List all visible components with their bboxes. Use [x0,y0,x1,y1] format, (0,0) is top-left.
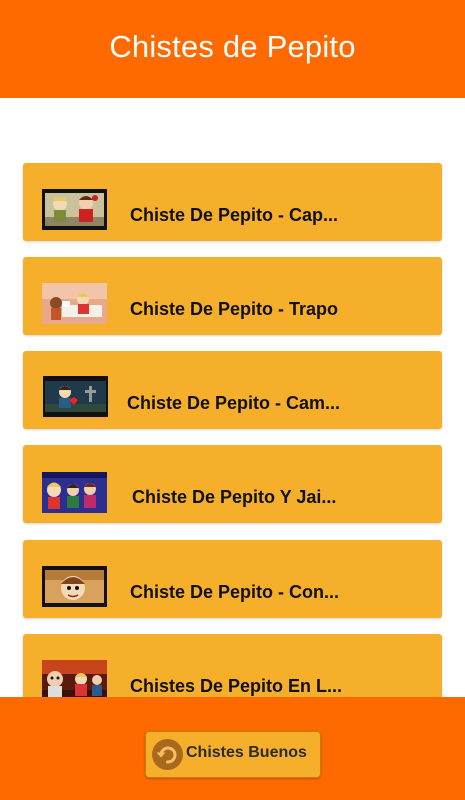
video-thumbnail [42,472,107,513]
video-title: Chiste De Pepito Y Jai... [132,487,337,507]
video-title: Chiste De Pepito - Con... [130,582,340,602]
video-title: Chiste De Pepito - Cam... [127,393,341,413]
video-list-item[interactable]: Chiste De Pepito Y Jai... [23,445,442,523]
video-list-item[interactable]: Chiste De Pepito - Cam... [23,351,442,429]
chistes-buenos-button[interactable]: Chistes Buenos [145,731,321,778]
video-list-item[interactable]: Chiste De Pepito - Cap... [23,163,442,241]
video-title: Chiste De Pepito - Cap... [130,205,339,225]
video-thumbnail [42,283,107,324]
footer-bar: Chistes Buenos [0,697,465,800]
video-thumbnail [43,376,108,417]
video-thumbnail [42,189,107,230]
video-thumbnail [42,566,107,607]
video-thumbnail [42,660,107,701]
video-title: Chistes De Pepito En L... [130,676,343,696]
undo-arrow-icon [152,739,183,770]
app-bar: Chistes de Pepito [0,0,465,98]
app-title: Chistes de Pepito [109,29,356,64]
video-list-item[interactable]: Chiste De Pepito - Con... [23,540,442,618]
video-title: Chiste De Pepito - Trapo [130,299,339,319]
button-label: Chistes Buenos [186,744,307,761]
video-list-item[interactable]: Chiste De Pepito - Trapo [23,257,442,335]
